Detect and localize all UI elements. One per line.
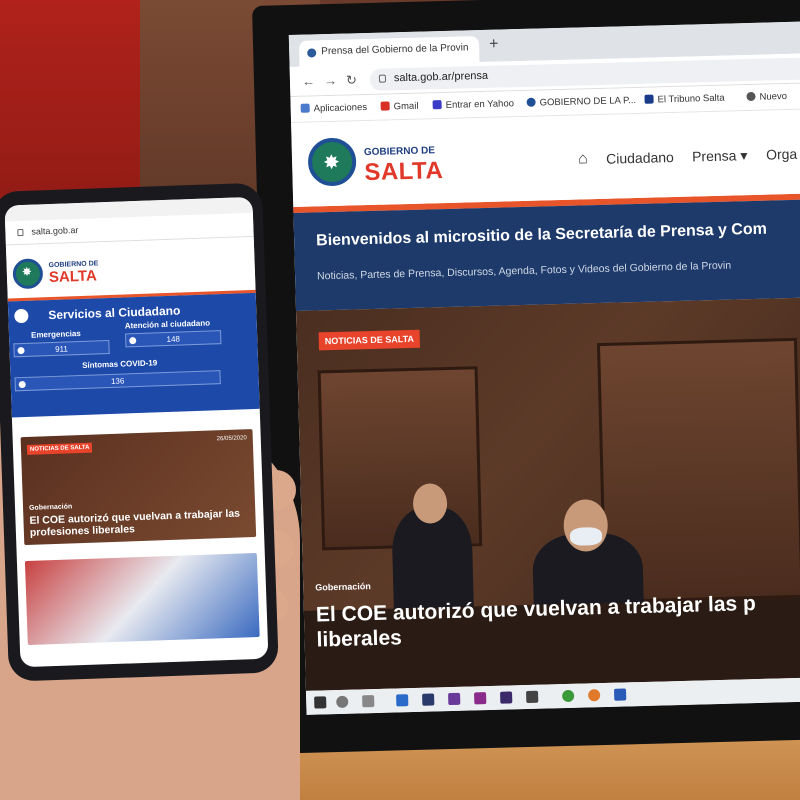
home-icon[interactable]: ⌂: [578, 150, 588, 168]
news-category: Gobernación: [28, 503, 73, 512]
service-number: 911: [54, 344, 69, 354]
task-view-icon[interactable]: [362, 695, 375, 708]
check-icon: [14, 308, 29, 324]
firefox-icon[interactable]: [588, 689, 601, 702]
site-header: ✸ GOBIERNO DE SALTA ⌂ Ciudadano Prensa ▾…: [291, 109, 800, 207]
service-label: Atención al ciudadano: [124, 318, 211, 331]
phone-url-text: salta.gob.ar: [31, 225, 79, 237]
bookmark-label: Nuevo: [759, 91, 788, 103]
phone-news-card-2[interactable]: [24, 552, 260, 646]
yahoo-icon: [432, 100, 442, 110]
hero-news[interactable]: NOTICIAS DE SALTA Gobernación El COE aut…: [295, 297, 800, 691]
bookmark-gobierno[interactable]: GOBIERNO DE LA P...: [526, 95, 636, 109]
monitor-screen: Prensa del Gobierno de la Provin + ← → ↻…: [288, 21, 800, 715]
indesign-icon[interactable]: [474, 692, 487, 705]
favicon-icon: [307, 48, 317, 58]
logo-text-small: GOBIERNO DE: [363, 145, 436, 159]
bookmark-nuevo[interactable]: Nuevo: [746, 91, 787, 103]
service-atencion[interactable]: 148: [125, 330, 222, 348]
phone-icon: [129, 337, 137, 345]
phone-news-card[interactable]: NOTICIAS DE SALTA 26/05/2020 Gobernación…: [20, 429, 257, 546]
monitor: Prensa del Gobierno de la Provin + ← → ↻…: [252, 0, 800, 754]
gobierno-icon: [526, 97, 536, 107]
services-panel: Servicios al Ciudadano Emergencias 911 A…: [7, 292, 260, 418]
windows-start-icon[interactable]: [314, 696, 327, 709]
aftereffects-icon[interactable]: [500, 691, 513, 704]
apps-icon: [300, 103, 310, 113]
banner-title: Bienvenidos al micrositio de la Secretar…: [315, 220, 768, 250]
news-badge: NOTICIAS DE SALTA: [26, 442, 93, 455]
word-icon[interactable]: [613, 688, 627, 701]
salta-logo-icon[interactable]: ✸: [12, 258, 44, 290]
bookmark-label: Entrar en Yahoo: [445, 98, 515, 111]
lock-icon: [17, 228, 24, 237]
bookmark-apps[interactable]: Aplicaciones: [300, 102, 368, 115]
phone-site-header: ✸ GOBIERNO DE SALTA: [5, 236, 256, 302]
nav-prensa[interactable]: Prensa ▾: [692, 147, 748, 165]
news-headline[interactable]: El COE autorizó que vuelvan a trabajar l…: [29, 507, 250, 539]
nav-ciudadano[interactable]: Ciudadano: [606, 149, 674, 167]
welcome-banner: Bienvenidos al micrositio de la Secretar…: [293, 199, 800, 311]
nuevo-icon: [746, 91, 756, 102]
bookmark-tribuno[interactable]: El Tribuno Salta: [644, 92, 725, 106]
reload-icon[interactable]: ↻: [346, 72, 357, 88]
bookmark-label: Gmail: [393, 100, 419, 113]
service-emergencias[interactable]: 911: [13, 339, 110, 358]
explorer-icon[interactable]: [396, 694, 409, 707]
tab-title: Prensa del Gobierno de la Provin: [321, 42, 469, 58]
forward-icon[interactable]: →: [324, 73, 337, 88]
smartphone: salta.gob.ar ✸ GOBIERNO DE SALTA Servici…: [0, 182, 279, 682]
tribuno-icon: [644, 94, 654, 104]
search-icon[interactable]: [336, 695, 349, 709]
phone-icon: [17, 346, 25, 355]
url-text: salta.gob.ar/prensa: [393, 69, 489, 85]
banner-subtitle: Noticias, Partes de Prensa, Discursos, A…: [316, 259, 732, 283]
bookmark-label: GOBIERNO DE LA P...: [539, 94, 637, 109]
service-covid[interactable]: 136: [14, 370, 221, 392]
news-date: 26/05/2020: [216, 435, 247, 443]
news-badge: NOTICIAS DE SALTA: [318, 329, 421, 351]
service-number: 148: [166, 334, 181, 344]
lock-icon: [378, 74, 387, 83]
premiere-icon[interactable]: [448, 692, 461, 706]
nav-organismos[interactable]: Orga: [766, 146, 798, 163]
star-icon: ✸: [21, 264, 33, 280]
bookmark-yahoo[interactable]: Entrar en Yahoo: [432, 98, 515, 111]
new-tab-icon[interactable]: +: [489, 36, 499, 54]
store-icon[interactable]: [526, 690, 539, 704]
gmail-icon: [380, 101, 390, 111]
service-label: Emergencias: [30, 328, 81, 340]
photoshop-icon[interactable]: [422, 693, 435, 706]
bookmark-label: Aplicaciones: [313, 102, 368, 115]
service-label: Síntomas COVID-19: [81, 358, 158, 370]
star-icon: ✸: [322, 151, 341, 175]
news-category: Gobernación: [315, 581, 371, 593]
logo-text-large: SALTA: [364, 157, 444, 187]
logo-text-large: SALTA: [48, 267, 98, 287]
phone-icon: [18, 380, 26, 389]
salta-logo-icon[interactable]: ✸: [307, 137, 357, 187]
chrome-icon[interactable]: [562, 689, 575, 703]
back-icon[interactable]: ←: [302, 73, 315, 88]
phone-screen: salta.gob.ar ✸ GOBIERNO DE SALTA Servici…: [4, 196, 269, 668]
bookmark-label: El Tribuno Salta: [657, 92, 725, 106]
service-number: 136: [110, 376, 125, 386]
face-mask: [569, 527, 603, 546]
bookmark-gmail[interactable]: Gmail: [380, 100, 419, 113]
